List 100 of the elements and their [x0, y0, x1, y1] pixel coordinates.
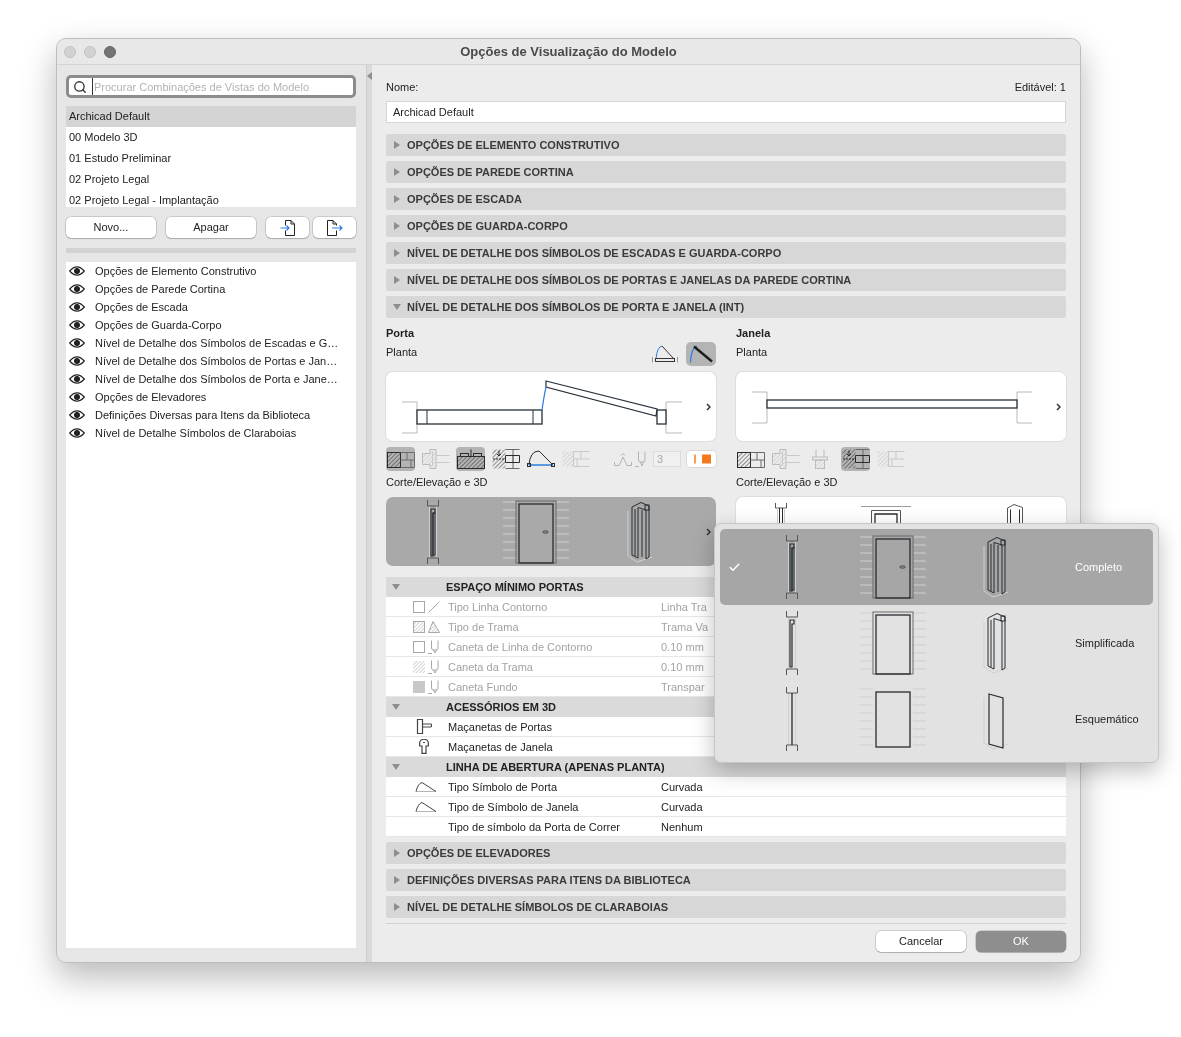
color-swatch-icon: [692, 454, 711, 464]
wall-reveal-icon: [491, 449, 520, 469]
eye-icon[interactable]: [69, 266, 85, 276]
property-label: Caneta da Trama: [448, 659, 533, 674]
opening-line-icon: [415, 801, 437, 812]
hatch-swatch-icon: [413, 660, 425, 673]
section-header[interactable]: OPÇÕES DE ESCADA: [386, 188, 1066, 210]
property-label: Maçanetas de Portas: [448, 719, 552, 734]
editable-count: Editável: 1: [1014, 80, 1066, 94]
option-set-item[interactable]: Nível de Detalhe dos Símbolos de Escadas e G…: [95, 336, 339, 350]
pen-icon: [428, 639, 440, 654]
door-handle-icon: [416, 719, 432, 734]
zoom-button[interactable]: [104, 45, 116, 58]
property-label: Tipo de Trama: [448, 619, 519, 634]
property-value: Trama Va: [661, 619, 709, 634]
eye-icon[interactable]: [69, 284, 85, 294]
search-icon: [73, 79, 87, 94]
property-label: Caneta Fundo: [448, 679, 518, 694]
door-elevation-icon: [860, 687, 926, 751]
solid-swatch-icon: [413, 680, 425, 693]
option-set-item[interactable]: Opções de Parede Cortina: [95, 282, 226, 296]
door-section-icon: [785, 611, 799, 675]
plan-style-button[interactable]: [686, 342, 716, 366]
option-set-item[interactable]: Nível de Detalhe Símbolos de Claraboias: [95, 426, 297, 440]
option-set-item[interactable]: Nível de Detalhe dos Símbolos de Portas e Jan…: [95, 354, 338, 368]
section-header[interactable]: OPÇÕES DE GUARDA-CORPO: [386, 215, 1066, 237]
section-header[interactable]: NÍVEL DE DETALHE DOS SÍMBOLOS DE PORTA E JANELA (INT): [386, 296, 1066, 318]
column-title: Porta: [386, 326, 416, 341]
option-set-item[interactable]: Opções de Guarda-Corpo: [95, 318, 222, 332]
eye-icon[interactable]: [69, 392, 85, 402]
brick-wall-icon: [561, 449, 590, 469]
section-header[interactable]: DEFINIÇÕES DIVERSAS PARA ITENS DA BIBLIOTECA: [386, 869, 1066, 891]
wall-frame-icon: [771, 449, 800, 469]
property-label: Tipo Símbolo de Porta: [448, 779, 558, 794]
import-button[interactable]: [266, 217, 309, 238]
section-header[interactable]: OPÇÕES DE PAREDE CORTINA: [386, 161, 1066, 183]
pen-color-button[interactable]: [687, 451, 716, 467]
property-value: Linha Tra: [661, 599, 707, 614]
eye-icon[interactable]: [69, 410, 85, 420]
window-handle-icon: [419, 739, 429, 754]
section-preview-button[interactable]: [386, 497, 716, 566]
section-header[interactable]: NÍVEL DE DETALHE SÍMBOLOS DE CLARABOIAS: [386, 896, 1066, 918]
eye-icon[interactable]: [69, 356, 85, 366]
eye-icon[interactable]: [69, 302, 85, 312]
option-set-item[interactable]: Nível de Detalhe dos Símbolos de Porta e Jane…: [95, 372, 338, 386]
wall-frame-icon: [421, 449, 450, 469]
property-value: Curvada: [661, 779, 703, 794]
window-3d-icon: [1006, 503, 1024, 523]
pen-icon: [428, 679, 440, 694]
plan-option-button[interactable]: [386, 447, 415, 471]
plan-option-button[interactable]: [456, 447, 485, 471]
window-title: Opções de Visualização do Modelo: [460, 42, 677, 61]
empty-swatch-icon: [413, 600, 425, 613]
export-button[interactable]: [313, 217, 356, 238]
section-label: Corte/Elevação e 3D: [386, 475, 489, 489]
plan-label: Planta: [736, 345, 768, 359]
option-set-item[interactable]: Opções de Elevadores: [95, 390, 207, 404]
empty-swatch-icon: [413, 640, 425, 653]
property-label: Maçanetas de Janela: [448, 739, 553, 754]
sidebar-button[interactable]: Novo...: [66, 217, 156, 238]
option-set-item[interactable]: Opções de Elemento Construtivo: [95, 264, 257, 278]
section-header[interactable]: OPÇÕES DE ELEMENTO CONSTRUTIVO: [386, 134, 1066, 156]
option-set-item[interactable]: Opções de Escada: [95, 300, 188, 314]
door-3d-icon: [981, 536, 1009, 598]
door-symbol-icon: [652, 345, 678, 363]
eye-icon[interactable]: [69, 320, 85, 330]
property-label: Tipo de Símbolo de Janela: [448, 799, 579, 814]
plan-option-button[interactable]: [491, 447, 520, 471]
opening-line-icon: [415, 781, 437, 792]
property-value: 0.10 mm: [661, 659, 704, 674]
detail-level-item[interactable]: Simplificada: [720, 605, 1153, 681]
chevron-right-icon: [1056, 402, 1061, 411]
door-section-icon: [426, 499, 440, 564]
section-header[interactable]: OPÇÕES DE ELEVADORES: [386, 842, 1066, 864]
search-field[interactable]: Procurar Combinações de Vistas do Modelo: [66, 75, 356, 98]
column-title: Janela: [736, 326, 772, 341]
pen-icon: [428, 659, 440, 674]
chevron-right-icon: [706, 527, 711, 536]
eye-icon[interactable]: [69, 374, 85, 384]
dialog-button[interactable]: Cancelar: [876, 931, 966, 952]
opening-marker-icon: [614, 452, 632, 466]
plan-option-button[interactable]: [841, 447, 870, 471]
view-combination-item[interactable]: Archicad Default: [66, 106, 356, 127]
door-elevation-icon: [860, 535, 926, 599]
door-3d-icon: [625, 500, 653, 563]
option-set-item[interactable]: Definições Diversas para Itens da Biblioteca: [95, 408, 311, 422]
sidebar-button[interactable]: Apagar: [166, 217, 256, 238]
door-section-icon: [785, 535, 799, 599]
eye-icon[interactable]: [69, 428, 85, 438]
threshold-icon: [456, 449, 485, 469]
section-header[interactable]: NÍVEL DE DETALHE DOS SÍMBOLOS DE ESCADAS E GUARDA-CORPO: [386, 242, 1066, 264]
eye-icon[interactable]: [69, 338, 85, 348]
property-value: Curvada: [661, 799, 703, 814]
detail-level-item[interactable]: Esquemático: [720, 681, 1153, 757]
section-header[interactable]: NÍVEL DE DETALHE DOS SÍMBOLOS DE PORTAS E JANELAS DA PAREDE CORTINA: [386, 269, 1066, 291]
diagonal-line-icon: [428, 600, 440, 613]
door-3d-icon: [981, 612, 1009, 674]
plan-label: Planta: [386, 345, 418, 359]
wall-reveal-icon: [841, 449, 870, 469]
name-field[interactable]: Archicad Default: [386, 101, 1066, 123]
